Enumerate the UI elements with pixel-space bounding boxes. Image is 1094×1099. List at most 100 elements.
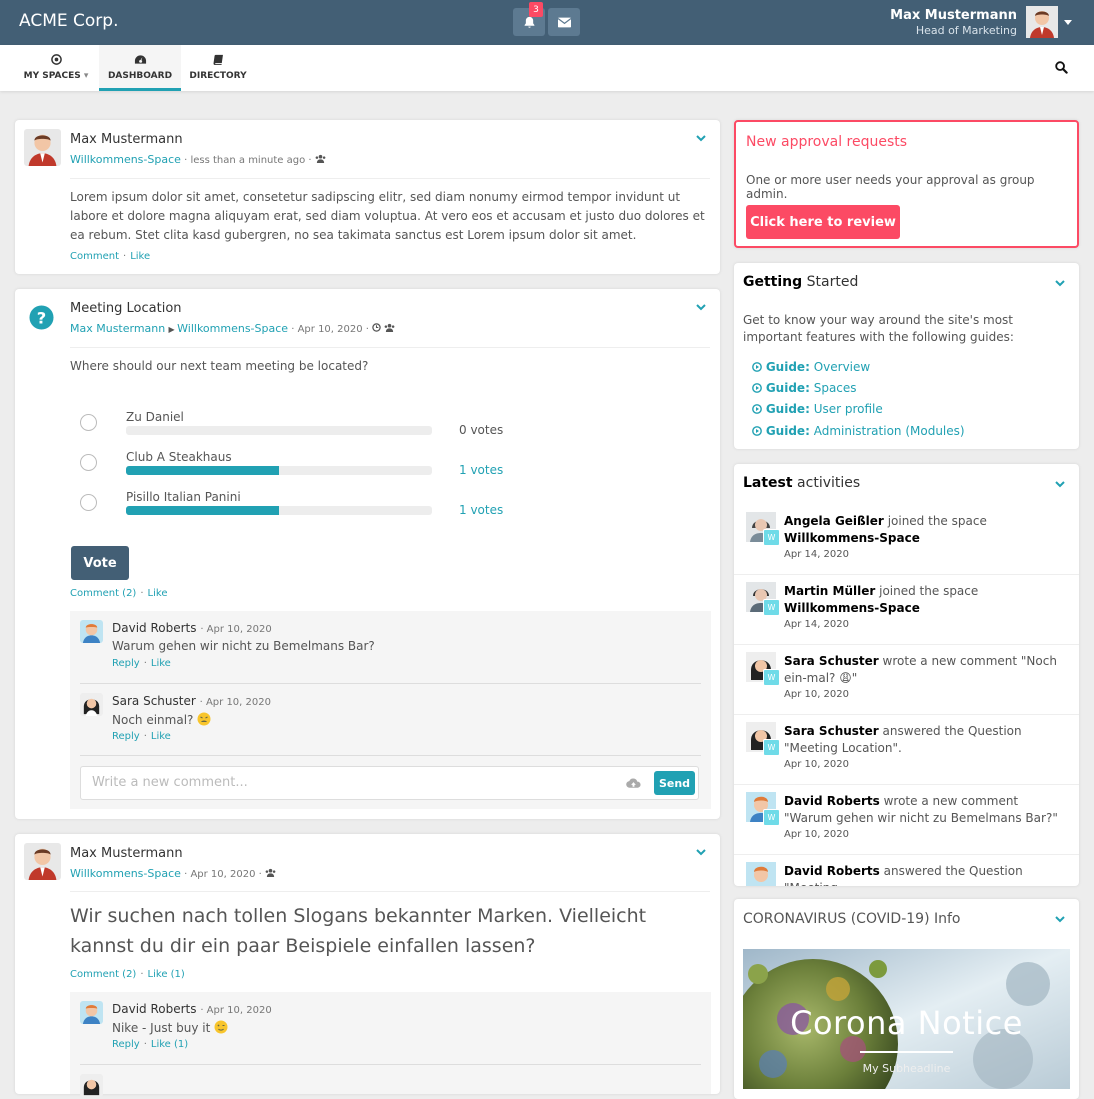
space-link[interactable]: Willkommens-Space — [70, 153, 181, 166]
post-meta: Willkommens-Space · less than a minute a… — [70, 153, 326, 166]
poll-option-radio[interactable] — [80, 454, 97, 471]
poll-option-votes[interactable]: 1 votes — [459, 463, 503, 477]
poll-question: Where should our next team meeting be lo… — [70, 359, 369, 373]
activity-text: Sara Schuster answered the Question "Mee… — [784, 723, 1064, 757]
target-icon — [50, 54, 62, 65]
notifications-button[interactable]: 3 — [513, 2, 545, 36]
space-link[interactable]: Willkommens-Space — [177, 322, 288, 335]
covid-banner-image[interactable]: Corona Notice My Subheadline — [743, 949, 1070, 1089]
comment-author: David Roberts · Apr 10, 2020 — [112, 621, 272, 635]
comment-link[interactable]: Comment (2) — [70, 588, 136, 599]
comment-actions: Reply · Like (1) — [112, 1039, 189, 1050]
activity-user: Sara Schuster — [784, 654, 879, 668]
commenter-avatar[interactable] — [80, 693, 103, 716]
comment-link[interactable]: Comment — [70, 251, 119, 262]
reply-link[interactable]: Reply — [112, 658, 140, 669]
chevron-down-icon[interactable] — [696, 304, 706, 311]
post-actions: Comment (2) · Like (1) — [70, 969, 185, 980]
author-avatar[interactable] — [24, 129, 61, 166]
poll-option-radio[interactable] — [80, 494, 97, 511]
comment-date: · Apr 10, 2020 — [200, 1005, 272, 1016]
nav-my-spaces[interactable]: MY SPACES ▾ — [16, 45, 96, 91]
send-button[interactable]: Send — [654, 771, 695, 795]
like-link[interactable]: Like — [130, 251, 150, 262]
vote-button[interactable]: Vote — [71, 546, 129, 580]
panel-title-bold: Getting — [743, 274, 803, 290]
guide-link[interactable]: Guide: User profile — [752, 402, 883, 416]
post-time: · less than a minute ago · — [184, 155, 312, 166]
comment-link[interactable]: Comment (2) — [70, 969, 136, 980]
like-link[interactable]: Like — [151, 658, 171, 669]
commenter-avatar[interactable] — [80, 1001, 103, 1024]
activity-date: Apr 10, 2020 — [784, 829, 850, 840]
divider — [70, 178, 710, 179]
nav-dashboard[interactable]: DASHBOARD — [99, 45, 181, 91]
poll-title[interactable]: Meeting Location — [70, 301, 182, 316]
play-circle-icon — [752, 426, 762, 436]
chevron-down-icon[interactable] — [696, 135, 706, 142]
reply-link[interactable]: Reply — [112, 731, 140, 742]
dashboard-icon — [134, 55, 146, 64]
author-link[interactable]: Max Mustermann — [70, 322, 165, 335]
activity-item[interactable]: W Sara Schuster wrote a new comment "Noc… — [734, 645, 1079, 715]
post-author[interactable]: Max Mustermann — [70, 846, 183, 861]
chevron-down-icon[interactable] — [1055, 481, 1065, 488]
approval-panel: New approval requests One or more user n… — [734, 120, 1079, 248]
nav-directory[interactable]: DIRECTORY — [184, 45, 252, 91]
space-link[interactable]: Willkommens-Space — [70, 867, 181, 880]
panel-title: CORONAVIRUS (COVID-19) Info — [743, 911, 961, 927]
question-icon: ? — [29, 305, 54, 330]
comments-section: David Roberts · Apr 10, 2020 Nike - Just… — [70, 992, 711, 1097]
activity-item[interactable]: W Martin Müller joined the space Willkom… — [734, 575, 1079, 645]
comment-text: Noch einmal? — [112, 712, 211, 727]
post-card: Max Mustermann Willkommens-Space · Apr 1… — [15, 834, 720, 1097]
like-link[interactable]: Like (1) — [148, 969, 185, 980]
activity-item[interactable]: W David Roberts wrote a new comment "War… — [734, 785, 1079, 855]
comment-input[interactable]: Write a new comment... Send — [80, 766, 699, 800]
user-menu[interactable]: Max Mustermann Head of Marketing — [890, 6, 1072, 38]
commenter-avatar[interactable] — [80, 1074, 103, 1097]
activity-item[interactable]: David Roberts answered the Question "Mee… — [734, 855, 1079, 886]
guide-link[interactable]: Guide: Administration (Modules) — [752, 424, 965, 438]
envelope-icon — [557, 17, 571, 27]
chevron-down-icon[interactable] — [1055, 916, 1065, 923]
comment-date: · Apr 10, 2020 — [200, 624, 272, 635]
search-icon[interactable] — [1055, 61, 1068, 74]
post-actions: Comment (2) · Like — [70, 588, 168, 599]
getting-started-text: Get to know your way around the site's m… — [743, 313, 1014, 344]
guide-label: Overview — [813, 360, 871, 374]
user-avatar — [746, 862, 776, 886]
activity-item[interactable]: W Angela Geißler joined the space Willko… — [734, 505, 1079, 575]
poll-option-radio[interactable] — [80, 414, 97, 431]
main-nav: MY SPACES ▾ DASHBOARD DIRECTORY — [0, 45, 1094, 91]
comment-author-name[interactable]: David Roberts — [112, 1002, 197, 1016]
banner-subtitle: My Subheadline — [862, 1062, 951, 1075]
guide-link[interactable]: Guide: Overview — [752, 360, 870, 374]
caret-right-icon: ▶ — [168, 325, 178, 334]
like-link[interactable]: Like — [148, 588, 168, 599]
activity-item[interactable]: W Sara Schuster answered the Question "M… — [734, 715, 1079, 785]
like-link[interactable]: Like (1) — [151, 1039, 188, 1050]
post-author[interactable]: Max Mustermann — [70, 132, 183, 147]
like-link[interactable]: Like — [151, 731, 171, 742]
comment-author-name[interactable]: Sara Schuster — [112, 694, 196, 708]
poll-option-votes[interactable]: 1 votes — [459, 503, 503, 517]
commenter-avatar[interactable] — [80, 620, 103, 643]
activity-user: Angela Geißler — [784, 514, 884, 528]
guide-link[interactable]: Guide: Spaces — [752, 381, 857, 395]
review-button[interactable]: Click here to review — [746, 205, 900, 239]
brand-logo[interactable]: ACME Corp. — [19, 11, 118, 31]
cloud-upload-icon[interactable] — [626, 778, 641, 789]
messages-button[interactable] — [548, 8, 580, 36]
post-actions: Comment · Like — [70, 251, 151, 262]
chevron-down-icon[interactable] — [1055, 280, 1065, 287]
chevron-down-icon[interactable] — [696, 849, 706, 856]
activity-user: Martin Müller — [784, 584, 876, 598]
poll-option-label: Pisillo Italian Panini — [126, 490, 241, 504]
approval-title: New approval requests — [746, 134, 908, 150]
weary-emoji-icon — [197, 712, 211, 726]
reply-link[interactable]: Reply — [112, 1039, 140, 1050]
author-avatar[interactable] — [24, 843, 61, 880]
comment-author-name[interactable]: David Roberts — [112, 621, 197, 635]
top-icons: 3 — [513, 2, 580, 36]
